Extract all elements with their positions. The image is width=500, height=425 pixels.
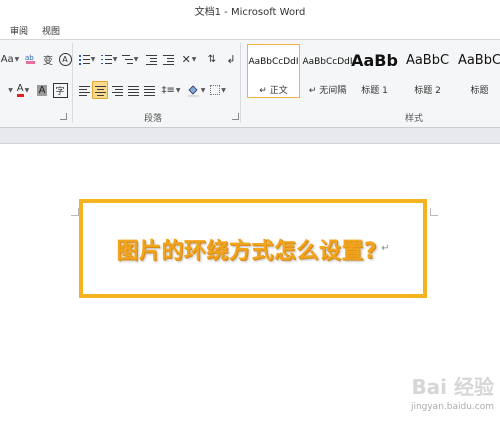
style-preview: AaBbCcDdI [302,57,353,67]
style-no-spacing[interactable]: AaBbCcDdI ↵ 无间隔 [301,44,354,98]
tab-view[interactable]: 视图 [42,24,60,37]
style-name: ↵ 无间隔 [308,86,347,96]
justify-icon[interactable] [125,81,141,99]
tab-review[interactable]: 审阅 [10,24,28,37]
align-right-icon[interactable] [109,81,125,99]
phonetic-guide-label: 变 [43,55,53,67]
numbering-button[interactable]: ▼ [99,50,119,68]
character-shading-button[interactable]: A [35,81,49,99]
style-name: 标题 [470,86,489,96]
style-name: ↵ 正文 [259,86,288,96]
group-separator [72,43,73,123]
style-normal[interactable]: AaBbCcDdI ↵ 正文 [247,44,300,98]
style-preview: AaBbC [405,53,450,68]
paragraph-group-label: 段落 [144,114,163,124]
distributed-align-icon[interactable] [141,81,157,99]
enclose-characters-button[interactable]: A [57,50,73,68]
style-title[interactable]: AaBbC 标题 [453,44,500,98]
sort-glyph: ⇅ [207,53,217,65]
enclose-characters-icon: A [58,52,72,66]
style-heading-1[interactable]: AaBb 标题 1 [348,44,401,98]
align-left-icon[interactable] [76,81,92,99]
watermark-brand: Bai 经验 [411,375,494,399]
style-preview: AaBbC [457,53,500,68]
paragraph-dialog-launcher-icon[interactable] [232,113,239,120]
styles-group-label: 样式 [405,114,424,124]
decrease-indent-glyph [145,54,157,65]
multilevel-list-button[interactable]: ▼ [120,50,140,68]
styles-gallery: AaBbCcDdI ↵ 正文 AaBbCcDdI ↵ 无间隔 AaBb 标题 1… [245,44,500,100]
borders-glyph [210,85,221,95]
window-title: 文档1 - Microsoft Word [194,7,306,18]
numbering-icon [100,54,112,64]
bullets-button[interactable]: ▼ [76,50,98,68]
increase-indent-glyph [162,54,174,65]
baidu-watermark: Bai 经验 jingyan.baidu.com [384,371,494,421]
character-border-button[interactable]: 字 [52,81,68,99]
multilevel-list-icon [121,54,133,64]
paint-bucket-glyph [187,84,199,97]
decrease-indent-icon[interactable] [143,50,159,68]
align-right-glyph [111,85,123,96]
line-spacing-icon[interactable]: ‡≡ ▼ [160,81,182,99]
justify-glyph [127,85,139,96]
text-direction-icon[interactable]: ✕ ▼ [178,50,200,68]
sort-icon[interactable]: ⇅ [204,50,220,68]
style-preview: AaBbCcDdI [248,57,299,67]
align-left-glyph [78,85,90,96]
title-bar: 文档1 - Microsoft Word [0,0,500,20]
style-name: 标题 1 [361,86,388,96]
clear-format-icon[interactable]: ab [23,50,39,68]
change-case-label: Aa [0,53,14,65]
phonetic-guide-button[interactable]: 变 [40,50,56,68]
document-heading[interactable]: 图片的环绕方式怎么设置? [116,233,377,265]
font-dialog-launcher-icon[interactable] [60,113,67,120]
distributed-align-glyph [143,85,155,96]
borders-icon[interactable]: ▼ [208,81,228,99]
font-color-button[interactable]: A ▼ [14,81,32,99]
style-heading-2[interactable]: AaBbC 标题 2 [401,44,454,98]
character-border-label: 字 [52,82,68,98]
style-name: 标题 2 [414,86,441,96]
increase-indent-icon[interactable] [160,50,176,68]
align-center-icon[interactable] [92,81,108,99]
page-margin-mark [430,208,438,216]
svg-text:ab: ab [25,54,34,62]
watermark-site: jingyan.baidu.com [410,402,494,412]
page-margin-mark [71,208,79,216]
heading-callout-box: 图片的环绕方式怎么设置? ↵ [79,199,427,298]
style-preview: AaBb [351,51,398,70]
font-color-label: A [16,83,24,97]
paragraph-mark: ↵ [381,243,390,254]
align-center-glyph [94,85,106,96]
change-case-button[interactable]: Aa ▼ [0,50,20,68]
text-direction-glyph: ✕ [181,52,191,66]
shading-icon[interactable]: ▼ [185,81,207,99]
ribbon: Aa ▼ ab 变 A ▼ A ▼ A 字 ▼ ▼ ▼ ✕ ▼ ⇅ ↲ ‡≡ ▼… [0,40,500,128]
ribbon-tab-bar: 审阅 视图 [0,20,500,40]
ruler-bar [0,128,500,144]
clear-format-glyph: ab [25,54,35,64]
show-formatting-marks-icon[interactable]: ↲ [224,50,238,68]
pilcrow-glyph: ↲ [226,52,236,66]
character-shading-label: A [36,84,48,96]
group-separator [240,43,241,123]
bullets-icon [78,54,90,65]
line-spacing-glyph: ‡≡ [161,84,175,96]
